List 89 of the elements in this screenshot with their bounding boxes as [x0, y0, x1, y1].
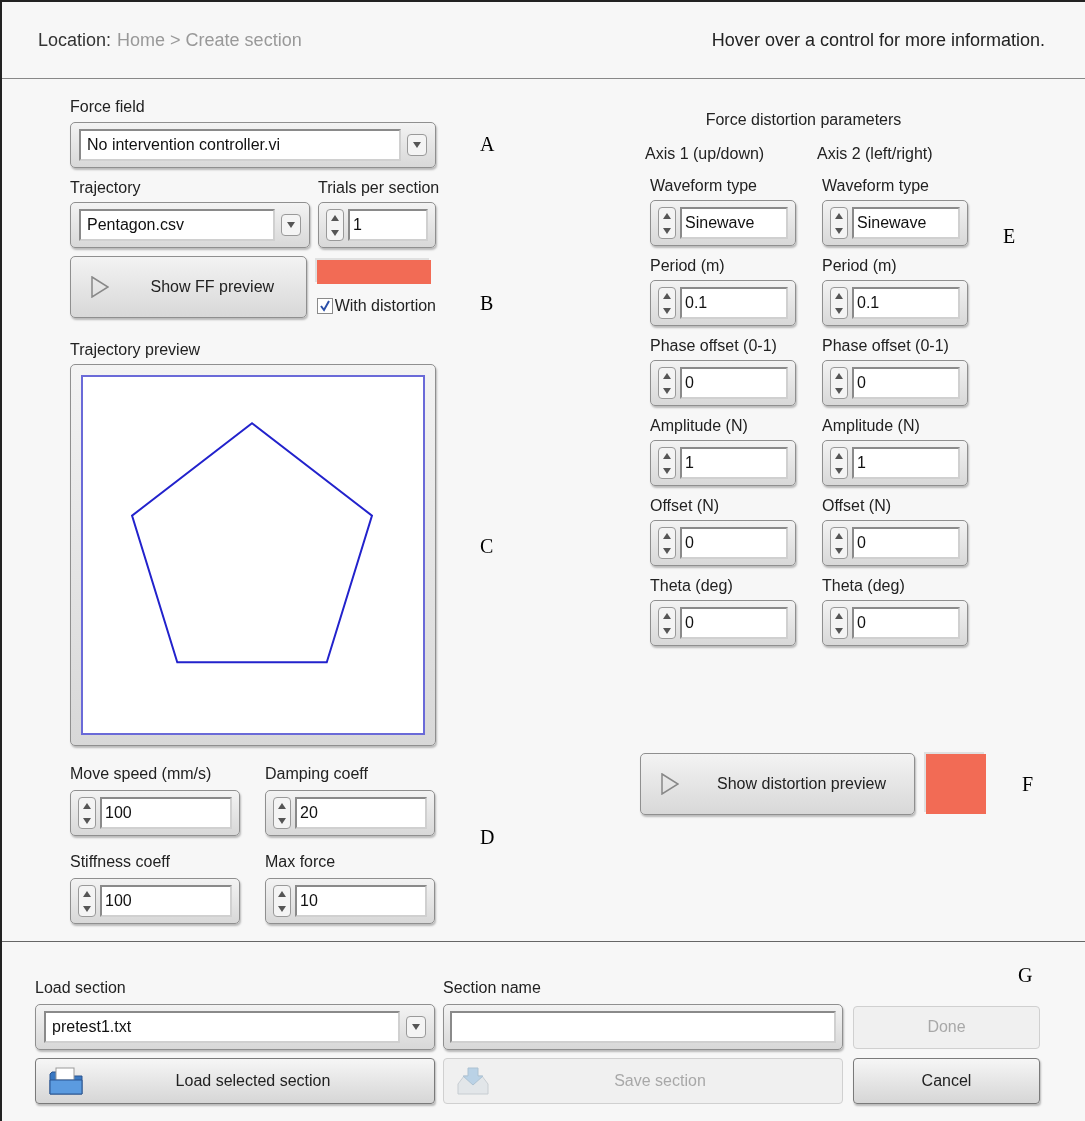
section-name-field[interactable]	[443, 1004, 843, 1050]
number-field[interactable]: 0	[822, 520, 968, 566]
spin-buttons[interactable]	[830, 447, 848, 479]
spin-buttons[interactable]	[658, 447, 676, 479]
spin-buttons[interactable]	[830, 207, 848, 239]
field-label: Max force	[265, 852, 337, 872]
preview-button[interactable]: Show FF preview	[70, 256, 307, 318]
number-field[interactable]: 100	[70, 878, 240, 924]
number-field[interactable]: 1	[318, 202, 436, 248]
annotation-letter: A	[480, 133, 496, 155]
field-label: Force field	[70, 97, 146, 117]
dropdown-field[interactable]: No intervention controller.vi	[70, 122, 436, 168]
hint-text: Hover over a control for more information.	[711, 28, 1045, 52]
spin-buttons[interactable]	[830, 367, 848, 399]
action-button[interactable]: Cancel	[853, 1058, 1040, 1104]
annotation-letter: G	[1018, 964, 1033, 986]
field-label: Period (m)	[650, 256, 726, 276]
spin-buttons[interactable]	[658, 607, 676, 639]
field-label: Trajectory preview	[70, 340, 202, 360]
dropdown-field[interactable]: pretest1.txt	[35, 1004, 435, 1050]
annotation-letter: E	[1003, 225, 1016, 247]
action-button[interactable]: Load selected section	[35, 1058, 435, 1104]
annotation-letter: C	[480, 535, 495, 557]
number-field[interactable]: 1	[650, 440, 796, 486]
spin-buttons[interactable]	[273, 885, 291, 917]
field-label: Amplitude (N)	[650, 416, 749, 436]
checkbox-label: With distortion	[334, 296, 436, 316]
field-label: Amplitude (N)	[822, 416, 921, 436]
breadcrumb-path: Home > Create section	[117, 28, 302, 52]
field-label: Theta (deg)	[650, 576, 734, 596]
field-label: Offset (N)	[650, 496, 721, 516]
field-label: Trajectory	[70, 178, 142, 198]
number-field[interactable]: 0.1	[650, 280, 796, 326]
caret-icon	[412, 1024, 420, 1030]
field-label: Waveform type	[822, 176, 930, 196]
spin-buttons[interactable]	[658, 287, 676, 319]
annotation-letter: B	[480, 292, 495, 314]
dropdown-field[interactable]: Pentagon.csv	[70, 202, 310, 248]
caret-icon	[413, 142, 421, 148]
number-field[interactable]: Sinewave	[822, 200, 968, 246]
spin-buttons[interactable]	[78, 797, 96, 829]
dropdown-arrow-button[interactable]	[407, 134, 427, 156]
caret-icon	[287, 222, 295, 228]
annotation-letter: D	[480, 826, 496, 848]
field-label: Load section	[35, 978, 127, 998]
number-field[interactable]: 1	[822, 440, 968, 486]
tray-arrow-icon	[456, 1066, 490, 1096]
number-field[interactable]: 10	[265, 878, 435, 924]
number-field[interactable]: Sinewave	[650, 200, 796, 246]
number-field[interactable]: 100	[70, 790, 240, 836]
folder-icon	[48, 1066, 84, 1096]
play-icon	[91, 276, 109, 298]
number-field[interactable]: 0	[822, 600, 968, 646]
field-label: Trials per section	[318, 178, 440, 198]
field-label: Phase offset (0-1)	[822, 336, 950, 356]
field-label: Theta (deg)	[822, 576, 906, 596]
axis-label: Axis 1 (up/down)	[645, 144, 766, 164]
spin-buttons[interactable]	[326, 209, 344, 241]
number-field[interactable]: 0	[650, 520, 796, 566]
spin-buttons[interactable]	[830, 287, 848, 319]
number-field[interactable]: 20	[265, 790, 435, 836]
number-field[interactable]: 0	[822, 360, 968, 406]
spin-buttons[interactable]	[830, 607, 848, 639]
field-label: Phase offset (0-1)	[650, 336, 778, 356]
field-label: Move speed (mm/s)	[70, 764, 213, 784]
field-label: Period (m)	[822, 256, 898, 276]
spin-buttons[interactable]	[658, 207, 676, 239]
number-field[interactable]: 0.1	[822, 280, 968, 326]
field-label: Damping coeff	[265, 764, 369, 784]
dropdown-arrow-button[interactable]	[406, 1016, 426, 1038]
preview-button[interactable]: Show distortion preview	[640, 753, 915, 815]
field-label: Waveform type	[650, 176, 758, 196]
location-label: Location:	[38, 28, 112, 52]
section-title: Force distortion parameters	[704, 110, 903, 130]
spin-buttons[interactable]	[658, 367, 676, 399]
dropdown-arrow-button[interactable]	[281, 214, 301, 236]
field-label: Offset (N)	[822, 496, 893, 516]
checkbox[interactable]	[316, 298, 333, 314]
number-field[interactable]: 0	[650, 360, 796, 406]
spin-buttons[interactable]	[273, 797, 291, 829]
field-label: Section name	[443, 978, 542, 998]
axis-label: Axis 2 (left/right)	[817, 144, 934, 164]
spin-buttons[interactable]	[658, 527, 676, 559]
annotation-letter: F	[1022, 773, 1034, 795]
spin-buttons[interactable]	[830, 527, 848, 559]
spin-buttons[interactable]	[78, 885, 96, 917]
number-field[interactable]: 0	[650, 600, 796, 646]
play-icon	[661, 773, 679, 795]
field-label: Stiffness coeff	[70, 852, 171, 872]
